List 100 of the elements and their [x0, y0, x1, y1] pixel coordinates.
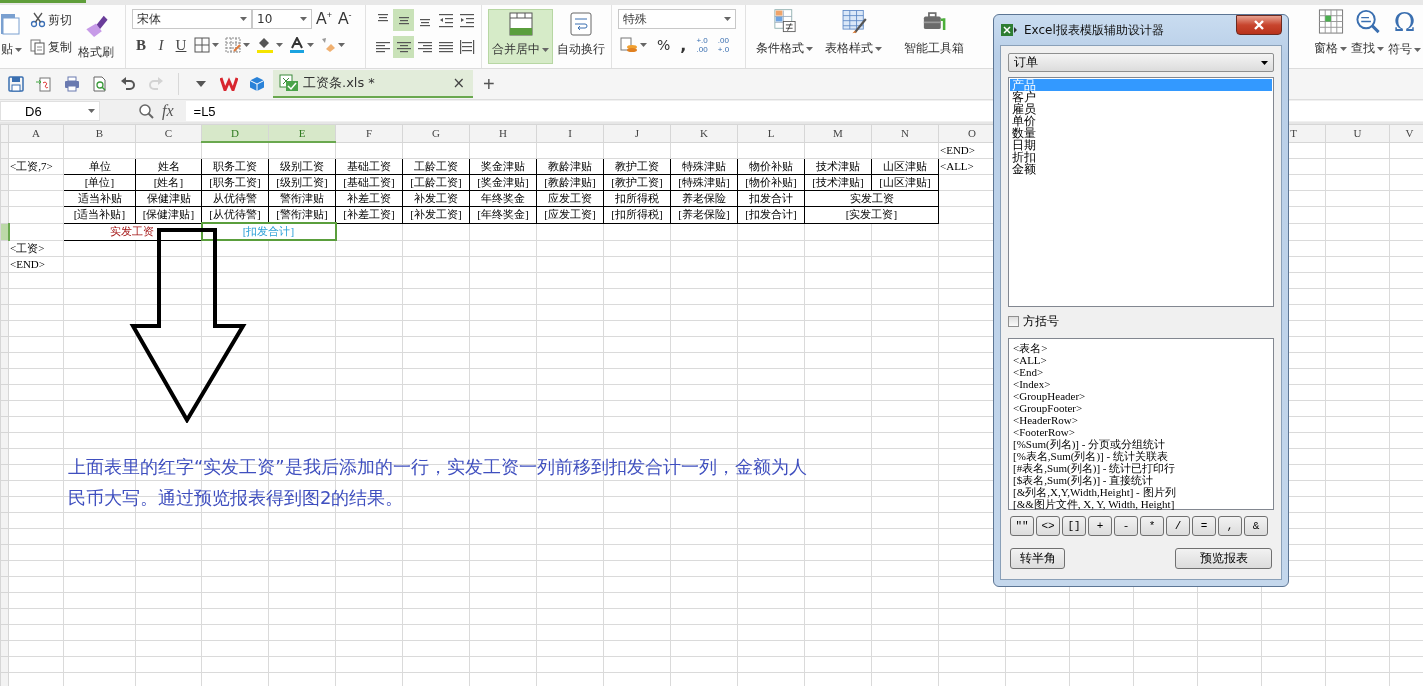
table-cell[interactable]: 补发工资 [402, 190, 470, 207]
table-cell[interactable]: [特殊津贴] [670, 174, 738, 191]
paste-button[interactable]: 贴 [0, 9, 26, 64]
borders-button[interactable] [192, 34, 221, 56]
symbol-button[interactable]: * [1140, 516, 1164, 536]
table-cell[interactable]: [教护工资] [603, 174, 671, 191]
symbol-button[interactable]: [] [1062, 516, 1086, 536]
cut-button[interactable]: 剪切 [28, 9, 74, 31]
table-cell[interactable]: 单位 [63, 158, 136, 175]
shrink-font-button[interactable]: A- [335, 10, 354, 28]
grow-font-button[interactable]: A+ [314, 10, 334, 28]
number-format-select[interactable]: 特殊 [618, 9, 736, 29]
column-header[interactable]: I [536, 124, 604, 142]
table-cell[interactable]: 适当补贴 [63, 190, 136, 207]
table-cell[interactable]: 扣发合计 [737, 190, 805, 207]
italic-button[interactable]: I [152, 34, 170, 56]
field-item[interactable]: 客户 [1010, 91, 1272, 103]
table-cell[interactable]: 实发工资 [63, 223, 202, 240]
table-cell[interactable]: [补差工资] [335, 206, 403, 223]
table-cell[interactable]: [保健津贴] [135, 206, 202, 223]
symbol-button[interactable]: = [1192, 516, 1216, 536]
table-cell[interactable]: [年终奖金] [469, 206, 537, 223]
name-box[interactable]: D6 [0, 101, 100, 121]
token-item[interactable]: <End> [1013, 366, 1269, 378]
toolbox-button[interactable]: 智能工具箱 [900, 5, 968, 60]
table-cell[interactable]: 级别工资 [268, 158, 336, 175]
table-cell[interactable]: 应发工资 [536, 190, 604, 207]
table-cell[interactable]: [基础工资] [335, 174, 403, 191]
wrap-text-button[interactable]: 自动换行 [553, 9, 609, 64]
table-select[interactable]: 订单 [1008, 53, 1274, 72]
column-header[interactable]: D [201, 124, 269, 142]
decrease-decimal-button[interactable]: .00 +.0 [715, 34, 732, 56]
table-cell[interactable]: 扣所得税 [603, 190, 671, 207]
find-button[interactable]: 查找 [1349, 5, 1386, 60]
column-header[interactable]: N [871, 124, 939, 142]
table-cell[interactable]: 保健津贴 [135, 190, 202, 207]
table-cell[interactable]: <工资> [8, 240, 64, 257]
table-cell[interactable]: [职务工资] [201, 174, 269, 191]
table-cell[interactable]: 教护工资 [603, 158, 671, 175]
font-name-select[interactable]: 宋体 [132, 9, 252, 29]
token-item[interactable]: <ALL> [1013, 354, 1269, 366]
table-cell[interactable]: [实发工资] [804, 206, 939, 223]
token-item[interactable]: <表名> [1013, 342, 1269, 354]
cell-style-button[interactable] [223, 34, 252, 56]
symbol-button[interactable]: - [1114, 516, 1138, 536]
underline-button[interactable]: U [172, 34, 190, 56]
table-cell[interactable]: 技术津贴 [804, 158, 872, 175]
column-header[interactable]: C [135, 124, 202, 142]
table-cell[interactable]: 特殊津贴 [670, 158, 738, 175]
table-cell[interactable]: 工龄工资 [402, 158, 470, 175]
token-item[interactable]: [#表名,Sum(列名)] - 统计已打印行 [1013, 462, 1269, 474]
table-cell[interactable]: [山区津贴] [871, 174, 939, 191]
table-cell[interactable]: 山区津贴 [871, 158, 939, 175]
preview-button[interactable]: 预览报表 [1175, 548, 1272, 569]
table-cell[interactable]: 年终奖金 [469, 190, 537, 207]
bold-button[interactable]: B [132, 34, 150, 56]
table-cell[interactable]: [适当补贴] [63, 206, 136, 223]
table-cell[interactable]: [姓名] [135, 174, 202, 191]
table-cell[interactable]: 实发工资 [804, 190, 939, 207]
column-header[interactable]: U [1325, 124, 1390, 142]
format-painter-button[interactable]: 格式刷 [74, 9, 118, 64]
field-item[interactable]: 雇员 [1010, 103, 1272, 115]
table-cell[interactable]: <END> [8, 256, 64, 273]
field-item[interactable]: 金额 [1010, 163, 1272, 175]
token-item[interactable]: [&列名,X,Y,Width,Height] - 图片列 [1013, 486, 1269, 498]
token-item[interactable]: [$表名,Sum(列名)] - 直接统计 [1013, 474, 1269, 486]
table-cell[interactable]: [物价补贴] [737, 174, 805, 191]
table-cell[interactable]: [养老保险] [670, 206, 738, 223]
checkbox[interactable] [1008, 315, 1019, 327]
table-cell[interactable]: 奖金津贴 [469, 158, 537, 175]
token-item[interactable]: <HeaderRow> [1013, 414, 1269, 426]
column-header[interactable]: M [804, 124, 872, 142]
merge-center-button[interactable]: 合并居中 [488, 9, 553, 64]
table-cell[interactable]: 补差工资 [335, 190, 403, 207]
table-cell[interactable]: 职务工资 [201, 158, 269, 175]
comma-button[interactable]: , [678, 34, 689, 56]
table-cell[interactable]: [级别工资] [268, 174, 336, 191]
column-header[interactable]: J [603, 124, 671, 142]
token-item[interactable]: [%Sum(列名)] - 分页或分组统计 [1013, 438, 1269, 450]
table-cell[interactable]: [扣发合计] [737, 206, 805, 223]
table-cell[interactable]: 养老保险 [670, 190, 738, 207]
symbol-button[interactable]: + [1088, 516, 1112, 536]
column-header[interactable]: F [335, 124, 403, 142]
conditional-format-button[interactable]: 条件格式 [752, 5, 817, 60]
half-width-button[interactable]: 转半角 [1010, 548, 1065, 569]
table-cell[interactable]: [教龄津贴] [536, 174, 604, 191]
align-button[interactable] [393, 9, 414, 31]
table-cell[interactable]: <工资,7> [8, 158, 64, 175]
table-cell[interactable]: [应发工资] [536, 206, 604, 223]
table-cell[interactable]: 警衔津贴 [268, 190, 336, 207]
symbol-button[interactable]: "" [1010, 516, 1034, 536]
column-header[interactable]: A [8, 124, 64, 142]
close-button[interactable] [1236, 15, 1282, 35]
token-item[interactable]: [&&图片文件, X, Y, Width, Height] [1013, 498, 1269, 510]
table-cell[interactable]: 教龄津贴 [536, 158, 604, 175]
column-header[interactable]: H [469, 124, 537, 142]
column-header[interactable]: G [402, 124, 470, 142]
token-item[interactable]: <GroupFooter> [1013, 402, 1269, 414]
increase-decimal-button[interactable]: +.0 .00 [694, 34, 710, 56]
insert-function-button[interactable]: fx [162, 102, 174, 120]
